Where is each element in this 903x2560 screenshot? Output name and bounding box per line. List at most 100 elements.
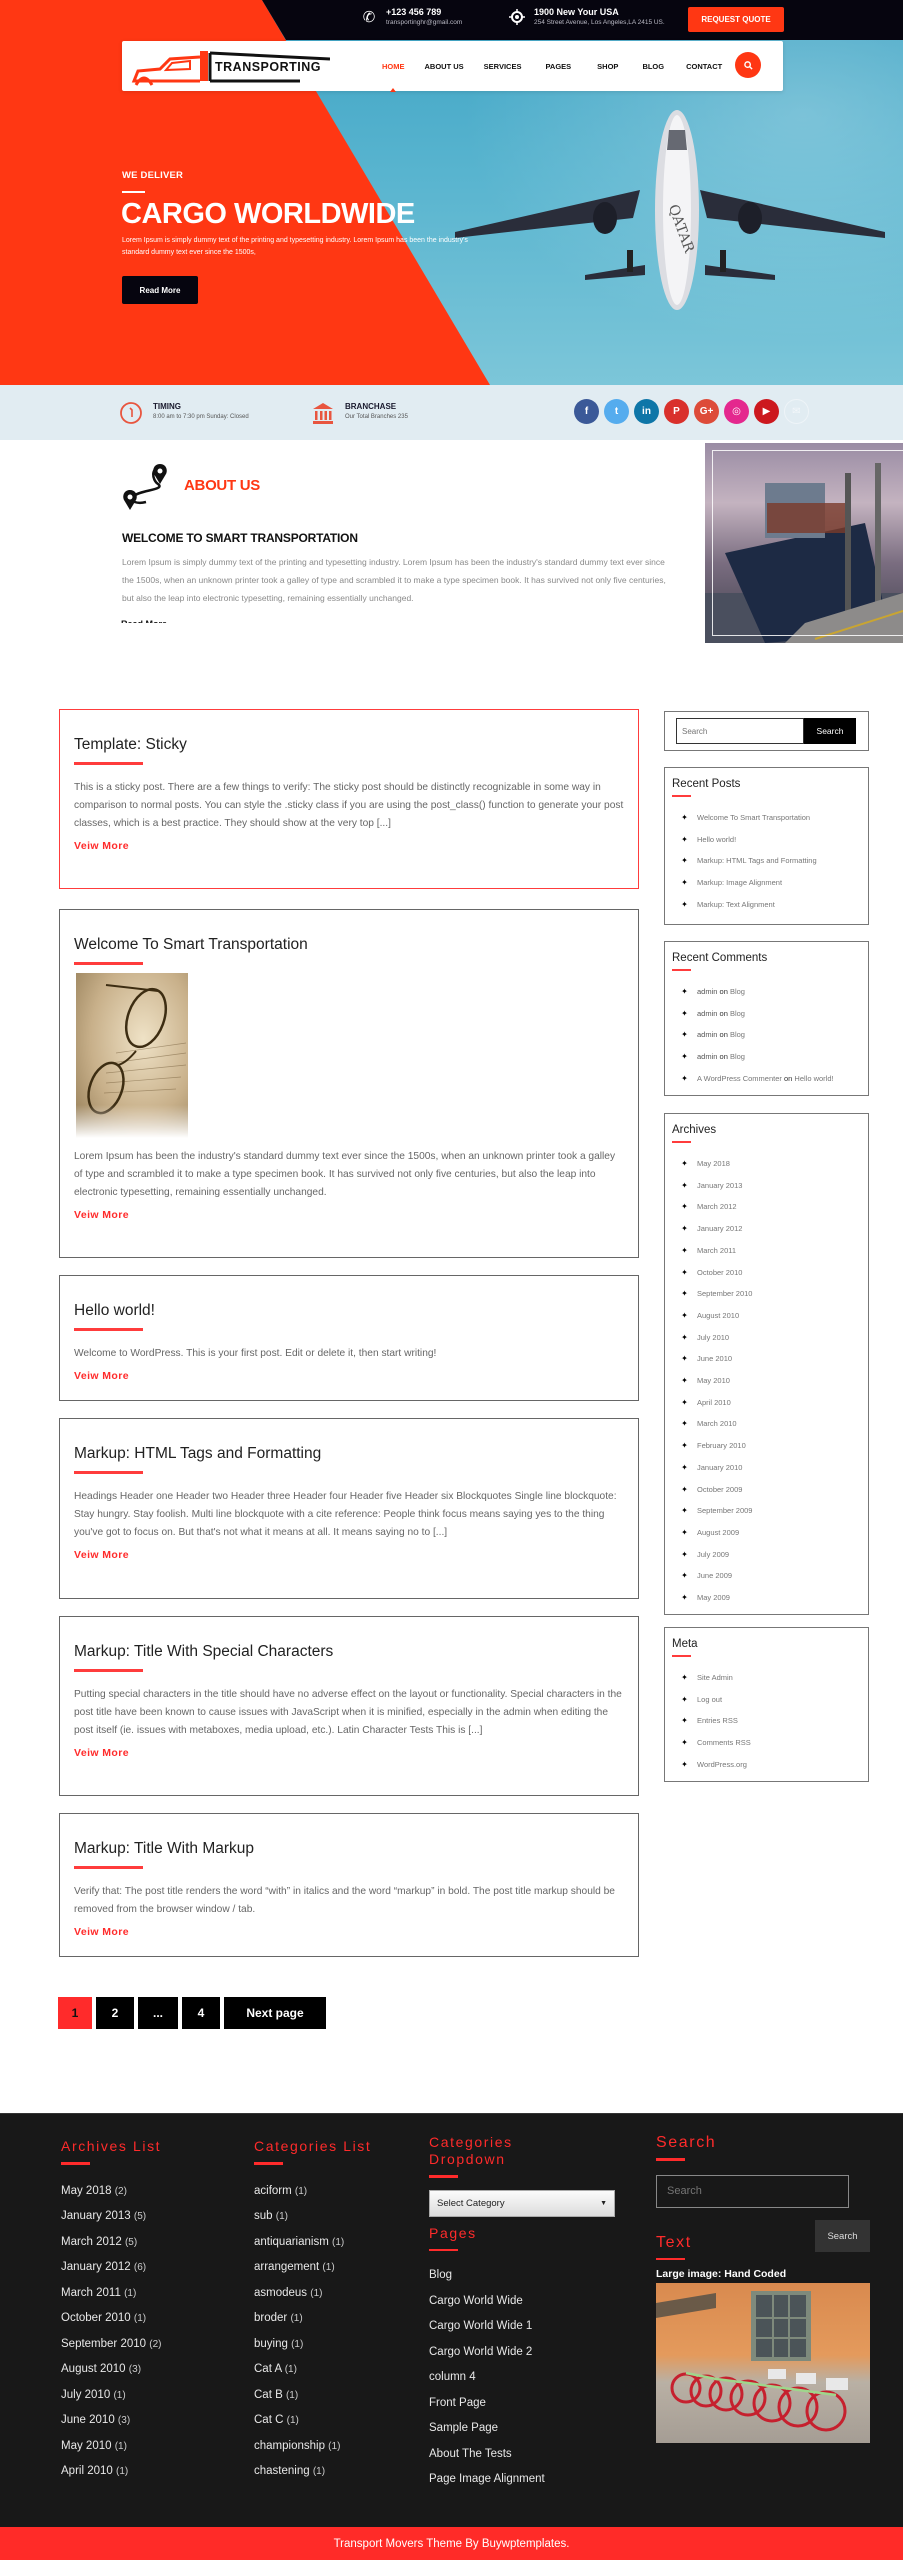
view-more-link[interactable]: Veiw More	[74, 1926, 129, 1938]
footer-link[interactable]: Cat B	[254, 2389, 283, 2401]
sidebar-search-input[interactable]	[676, 718, 804, 744]
list-item[interactable]: ✦ July 2010	[672, 1327, 861, 1349]
footer-link[interactable]: asmodeus	[254, 2287, 307, 2299]
footer-page-link[interactable]: Blog	[429, 2263, 615, 2289]
footer-link[interactable]: August 2010	[61, 2363, 126, 2375]
nav-pages[interactable]: PAGES	[531, 41, 585, 91]
list-item-label[interactable]: March 2012	[697, 1196, 737, 1218]
list-item[interactable]: ✦ May 2010	[672, 1370, 861, 1392]
linkedin-icon[interactable]: in	[634, 399, 659, 424]
comment-post-link[interactable]: Blog	[730, 1052, 745, 1061]
list-item[interactable]: ✦ February 2010	[672, 1435, 861, 1457]
footer-link[interactable]: March 2012	[61, 2236, 122, 2248]
list-item[interactable]: ✦ September 2009	[672, 1500, 861, 1522]
footer-link[interactable]: buying	[254, 2338, 288, 2350]
footer-link[interactable]: arrangement	[254, 2261, 319, 2273]
footer-page-link[interactable]: Cargo World Wide 1	[429, 2314, 615, 2340]
footer-list-item[interactable]: Cat C (1)	[254, 2408, 371, 2434]
footer-link[interactable]: July 2010	[61, 2389, 110, 2401]
list-item-label[interactable]: March 2010	[697, 1413, 737, 1435]
list-item-label[interactable]: WordPress.org	[697, 1754, 747, 1776]
pinterest-icon[interactable]: P	[664, 399, 689, 424]
footer-link[interactable]: chastening	[254, 2465, 310, 2477]
list-item[interactable]: ✦ Site Admin	[672, 1667, 861, 1689]
footer-page-link[interactable]: About The Tests	[429, 2442, 615, 2468]
list-item-label[interactable]: Hello world!	[697, 829, 736, 851]
footer-search-button[interactable]: Search	[815, 2220, 870, 2252]
list-item-label[interactable]: January 2013	[697, 1175, 742, 1197]
nav-about-us[interactable]: ABOUT US	[415, 41, 474, 91]
list-item[interactable]: ✦ Hello world!	[672, 829, 861, 851]
footer-link[interactable]: April 2010	[61, 2465, 113, 2477]
list-item-label[interactable]: May 2010	[697, 1370, 730, 1392]
comment-author[interactable]: admin	[697, 1030, 717, 1039]
list-item-label[interactable]: October 2010	[697, 1262, 742, 1284]
list-item[interactable]: ✦ August 2010	[672, 1305, 861, 1327]
footer-link[interactable]: March 2011	[61, 2287, 121, 2299]
list-item[interactable]: ✦ Markup: Image Alignment	[672, 872, 861, 894]
footer-list-item[interactable]: October 2010 (1)	[61, 2306, 161, 2332]
footer-list-item[interactable]: Cat A (1)	[254, 2357, 371, 2383]
list-item[interactable]: ✦ July 2009	[672, 1544, 861, 1566]
phone-number[interactable]: +123 456 789	[386, 6, 462, 18]
footer-list-item[interactable]: asmodeus (1)	[254, 2281, 371, 2307]
list-item[interactable]: ✦ January 2013	[672, 1175, 861, 1197]
footer-page-link[interactable]: Front Page	[429, 2391, 615, 2417]
list-item[interactable]: ✦ Entries RSS	[672, 1710, 861, 1732]
footer-link[interactable]: October 2010	[61, 2312, 131, 2324]
footer-link[interactable]: January 2012	[61, 2261, 131, 2273]
list-item-label[interactable]: Comments RSS	[697, 1732, 751, 1754]
footer-list-item[interactable]: broder (1)	[254, 2306, 371, 2332]
view-more-link[interactable]: Veiw More	[74, 840, 129, 852]
list-item[interactable]: ✦ January 2012	[672, 1218, 861, 1240]
list-item-label[interactable]: June 2009	[697, 1565, 732, 1587]
footer-list-item[interactable]: March 2012 (5)	[61, 2230, 161, 2256]
post-title[interactable]: Markup: Title With Special Characters	[74, 1643, 624, 1661]
page-2-button[interactable]: 2	[96, 1997, 134, 2029]
email-address[interactable]: transportinghr@gmail.com	[386, 18, 462, 28]
list-item[interactable]: ✦ Markup: HTML Tags and Formatting	[672, 850, 861, 872]
view-more-link[interactable]: Veiw More	[74, 1549, 129, 1561]
list-item-label[interactable]: February 2010	[697, 1435, 746, 1457]
footer-link[interactable]: June 2010	[61, 2414, 115, 2426]
list-item[interactable]: ✦ August 2009	[672, 1522, 861, 1544]
list-item[interactable]: ✦ March 2010	[672, 1413, 861, 1435]
twitter-icon[interactable]: t	[604, 399, 629, 424]
footer-link[interactable]: Cat C	[254, 2414, 283, 2426]
footer-list-item[interactable]: May 2018 (2)	[61, 2179, 161, 2205]
nav-services[interactable]: SERVICES	[474, 41, 532, 91]
list-item[interactable]: ✦ Welcome To Smart Transportation	[672, 807, 861, 829]
post-title[interactable]: Template: Sticky	[74, 736, 624, 754]
footer-page-link[interactable]: Page Image Alignment	[429, 2467, 615, 2493]
footer-link[interactable]: sub	[254, 2210, 273, 2222]
view-more-link[interactable]: Veiw More	[74, 1747, 129, 1759]
list-item[interactable]: ✦ May 2009	[672, 1587, 861, 1609]
list-item[interactable]: ✦ March 2011	[672, 1240, 861, 1262]
list-item-label[interactable]: January 2012	[697, 1218, 742, 1240]
footer-search-input[interactable]	[656, 2174, 849, 2208]
list-item[interactable]: ✦ June 2010	[672, 1348, 861, 1370]
nav-search-button[interactable]	[735, 52, 761, 78]
page-1-button[interactable]: 1	[58, 1997, 92, 2029]
page-4-button[interactable]: 4	[182, 1997, 220, 2029]
footer-link[interactable]: September 2010	[61, 2338, 146, 2350]
about-read-more-link[interactable]: Read More →	[121, 617, 179, 623]
list-item[interactable]: ✦ October 2010	[672, 1262, 861, 1284]
list-item-label[interactable]: January 2010	[697, 1457, 742, 1479]
footer-link[interactable]: broder	[254, 2312, 287, 2324]
post-title[interactable]: Hello world!	[74, 1302, 624, 1320]
nav-home[interactable]: HOME	[372, 41, 415, 92]
list-item[interactable]: ✦ September 2010	[672, 1283, 861, 1305]
footer-list-item[interactable]: chastening (1)	[254, 2459, 371, 2485]
footer-link[interactable]: aciform	[254, 2185, 292, 2197]
post-thumbnail-glasses[interactable]	[76, 972, 188, 1138]
view-more-link[interactable]: Veiw More	[74, 1370, 129, 1382]
comment-author[interactable]: admin	[697, 1052, 717, 1061]
request-quote-button[interactable]: REQUEST QUOTE	[688, 7, 784, 32]
google-plus-icon[interactable]: G+	[694, 399, 719, 424]
footer-list-item[interactable]: Cat B (1)	[254, 2383, 371, 2409]
list-item[interactable]: ✦ Markup: Text Alignment	[672, 894, 861, 916]
footer-link[interactable]: antiquarianism	[254, 2236, 329, 2248]
list-item-label[interactable]: Welcome To Smart Transportation	[697, 807, 810, 829]
footer-list-item[interactable]: sub (1)	[254, 2204, 371, 2230]
